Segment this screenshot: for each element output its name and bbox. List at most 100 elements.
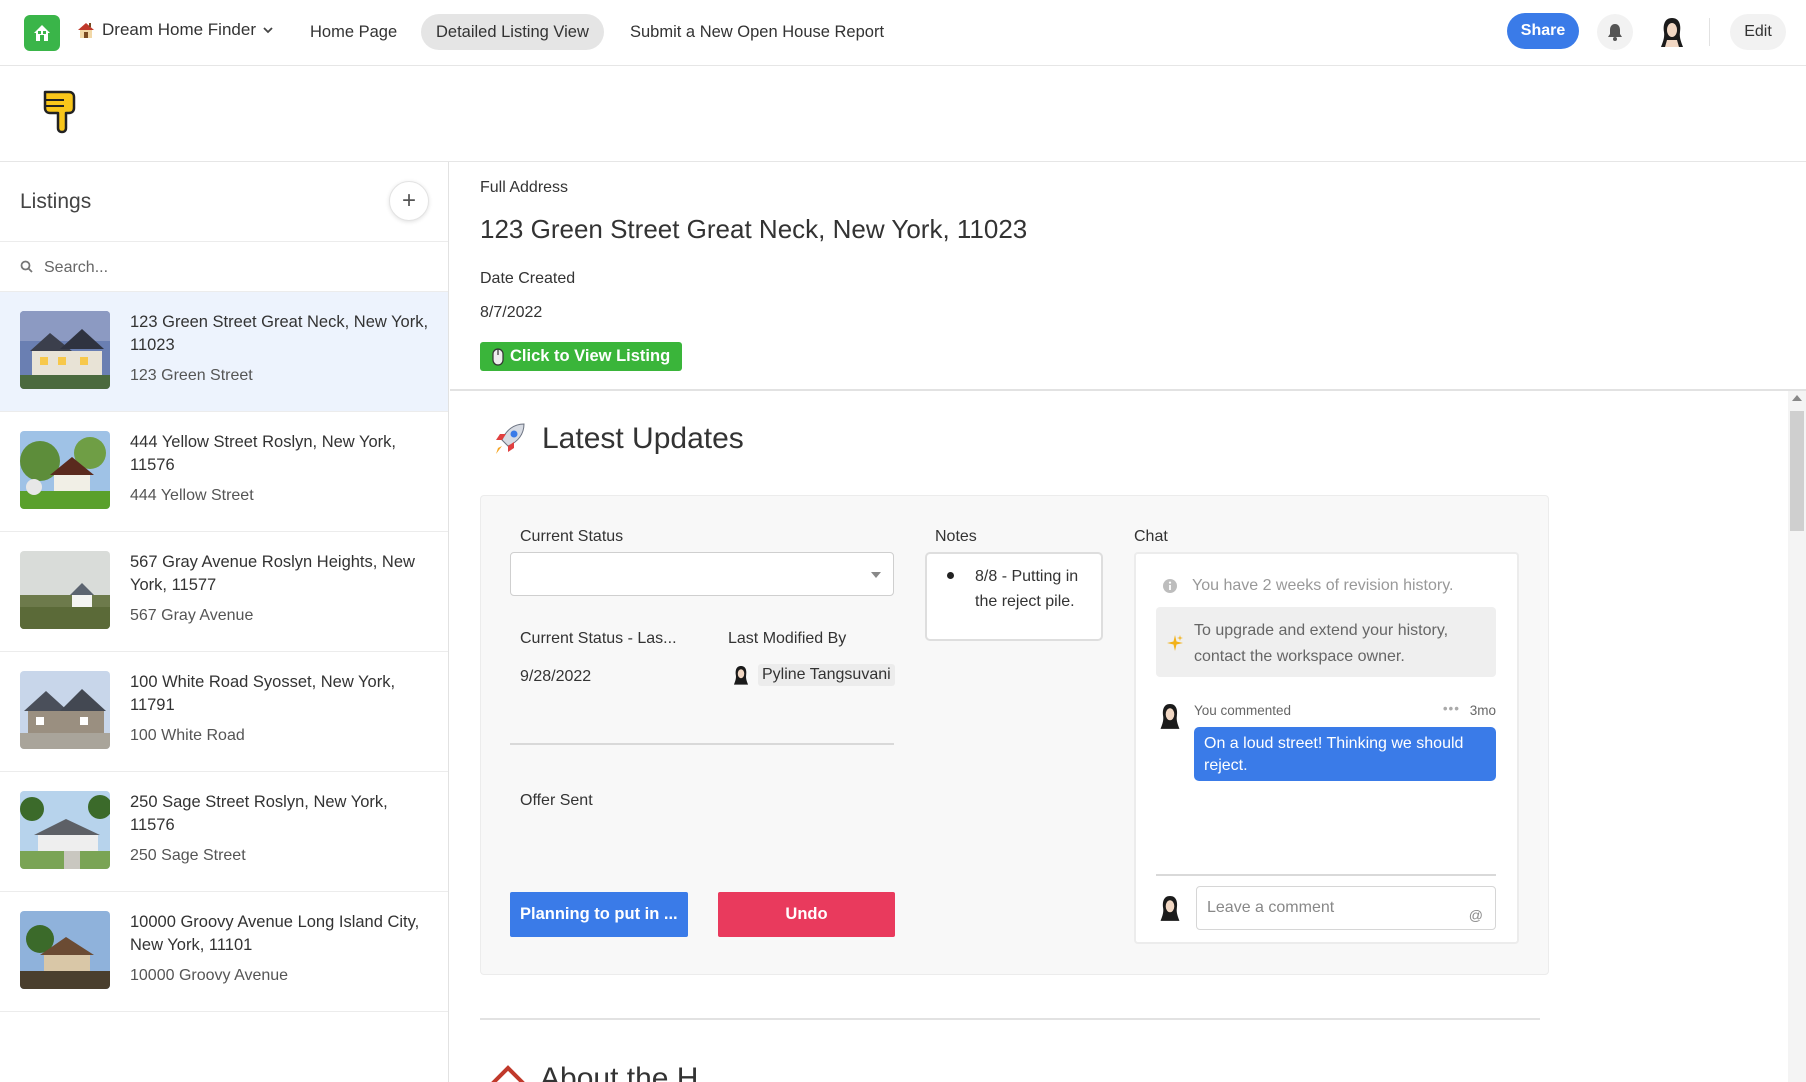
upgrade-text: To upgrade and extend your history, cont… <box>1194 622 1449 665</box>
more-options-icon[interactable]: ••• <box>1443 701 1460 716</box>
notifications-button[interactable] <box>1597 14 1633 50</box>
avatar <box>733 666 749 685</box>
listing-title: 250 Sage Street Roslyn, New York, 11576 <box>130 793 388 834</box>
offer-sent-label: Offer Sent <box>520 792 593 809</box>
scroll-thumb[interactable] <box>1790 411 1804 531</box>
app-logo-icon[interactable] <box>24 15 60 51</box>
comment-meta: You commented ••• 3mo <box>1194 701 1496 718</box>
about-heading: About the H <box>490 1062 698 1082</box>
listings-sidebar: Listings + 123 Green Street Great Neck, … <box>0 162 449 1082</box>
top-bar: Dream Home Finder Home Page Detailed Lis… <box>0 0 1806 66</box>
dropdown-caret-icon <box>871 572 881 578</box>
about-title: About the H <box>540 1062 699 1082</box>
notes-box[interactable]: 8/8 - Putting in the reject pile. <box>925 552 1103 641</box>
search-icon <box>20 260 33 273</box>
notes-label: Notes <box>935 528 977 545</box>
bell-icon <box>1608 24 1622 41</box>
listing-item[interactable]: 123 Green Street Great Neck, New York, 1… <box>0 292 448 412</box>
user-avatar[interactable] <box>1652 12 1692 52</box>
listing-title: 567 Gray Avenue Roslyn Heights, New York… <box>130 553 415 594</box>
chevron-down-icon <box>263 27 273 34</box>
tab-home-page[interactable]: Home Page <box>295 14 412 50</box>
undo-button[interactable]: Undo <box>718 892 895 937</box>
divider <box>450 389 1806 391</box>
divider <box>1709 18 1710 46</box>
comment-bubble: On a loud street! Thinking we should rej… <box>1194 727 1496 781</box>
listing-subtitle: 567 Gray Avenue <box>130 607 254 624</box>
edit-button[interactable]: Edit <box>1730 14 1786 50</box>
listing-item[interactable]: 567 Gray Avenue Roslyn Heights, New York… <box>0 532 448 652</box>
notes-item: 8/8 - Putting in the reject pile. <box>975 568 1079 610</box>
listing-photo <box>20 791 110 869</box>
scroll-up-arrow-icon[interactable] <box>1792 395 1802 401</box>
current-status-select[interactable] <box>510 552 894 596</box>
date-created-label: Date Created <box>480 270 576 287</box>
listing-photo <box>20 551 110 629</box>
house-emoji-icon <box>78 23 94 38</box>
listing-photo <box>20 911 110 989</box>
info-icon <box>1163 579 1177 593</box>
sidebar-title: Listings <box>20 190 92 213</box>
view-listing-button[interactable]: Click to View Listing <box>480 342 683 371</box>
latest-updates-title: Latest Updates <box>542 422 744 455</box>
comment-input-wrapper: @ <box>1196 886 1496 930</box>
divider <box>1156 874 1496 876</box>
listing-photo <box>20 671 110 749</box>
listing-item[interactable]: 250 Sage Street Roslyn, New York, 11576 … <box>0 772 448 892</box>
view-listing-label: Click to View Listing <box>510 347 671 365</box>
upgrade-notice: To upgrade and extend your history, cont… <box>1156 607 1496 677</box>
listing-subtitle: 10000 Groovy Avenue <box>130 967 289 984</box>
banner <box>0 66 1806 162</box>
full-address-label: Full Address <box>480 179 569 196</box>
app-name: Dream Home Finder <box>102 20 256 39</box>
full-address-value: 123 Green Street Great Neck, New York, 1… <box>480 214 1028 244</box>
listing-title: 123 Green Street Great Neck, New York, 1… <box>130 313 429 354</box>
divider <box>510 743 894 745</box>
divider <box>480 1018 1540 1020</box>
date-created-value: 8/7/2022 <box>480 304 543 321</box>
listing-subtitle: 100 White Road <box>130 727 245 744</box>
listing-subtitle: 123 Green Street <box>130 367 253 384</box>
listing-item[interactable]: 100 White Road Syosset, New York, 11791 … <box>0 652 448 772</box>
listing-title: 444 Yellow Street Roslyn, New York, 1157… <box>130 433 396 474</box>
comment-input[interactable] <box>1207 895 1457 921</box>
sidebar-header: Listings + <box>0 162 448 242</box>
bullet-icon <box>947 572 954 579</box>
current-status-last-label: Current Status - Las... <box>520 630 677 647</box>
share-button[interactable]: Share <box>1507 13 1579 49</box>
listing-title: 10000 Groovy Avenue Long Island City, Ne… <box>130 913 420 954</box>
scrollbar[interactable] <box>1788 391 1806 1082</box>
tab-submit-open-house-report[interactable]: Submit a New Open House Report <box>615 14 899 50</box>
mention-icon[interactable]: @ <box>1469 907 1483 923</box>
listing-photo <box>20 311 110 389</box>
sidebar-search <box>0 242 448 292</box>
comment-time: 3mo <box>1469 703 1496 718</box>
sparkle-icon <box>1167 635 1183 651</box>
last-modified-by-user[interactable]: Pyline Tangsuvani <box>732 664 895 686</box>
app-switcher[interactable]: Dream Home Finder <box>76 20 274 40</box>
last-modified-by-label: Last Modified By <box>728 630 847 647</box>
add-listing-button[interactable]: + <box>389 181 429 221</box>
avatar <box>1160 704 1180 729</box>
house-icon <box>491 1065 525 1082</box>
search-input[interactable] <box>44 254 424 282</box>
planning-button[interactable]: Planning to put in ... <box>510 892 688 937</box>
chat-label: Chat <box>1134 528 1168 545</box>
pointing-hand-icon <box>43 90 76 134</box>
listing-item[interactable]: 444 Yellow Street Roslyn, New York, 1157… <box>0 412 448 532</box>
avatar <box>1160 896 1180 921</box>
current-status-label: Current Status <box>520 528 624 545</box>
rocket-icon <box>494 423 525 454</box>
listing-subtitle: 250 Sage Street <box>130 847 246 864</box>
listing-item[interactable]: 10000 Groovy Avenue Long Island City, Ne… <box>0 892 448 1012</box>
latest-updates-heading: Latest Updates <box>490 420 744 458</box>
last-modified-by-name: Pyline Tangsuvani <box>758 664 895 686</box>
listing-subtitle: 444 Yellow Street <box>130 487 254 504</box>
revision-info-text: You have 2 weeks of revision history. <box>1192 577 1454 594</box>
listing-title: 100 White Road Syosset, New York, 11791 <box>130 673 396 714</box>
current-status-last-value: 9/28/2022 <box>520 668 592 685</box>
listing-photo <box>20 431 110 509</box>
comment-author: You commented <box>1194 703 1292 718</box>
revision-info: You have 2 weeks of revision history. <box>1162 577 1453 595</box>
tab-detailed-listing-view[interactable]: Detailed Listing View <box>421 14 604 50</box>
